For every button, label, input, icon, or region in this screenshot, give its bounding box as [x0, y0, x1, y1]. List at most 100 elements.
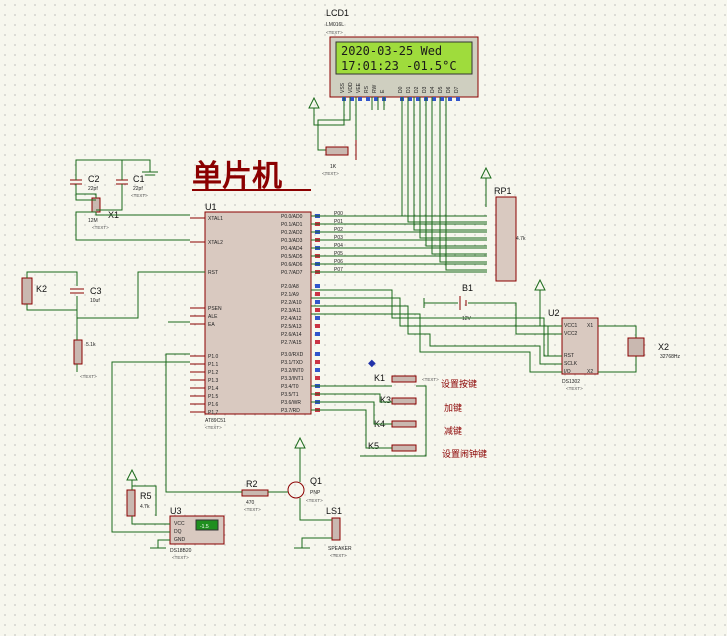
lcd-pin-label: RS: [364, 85, 370, 93]
lcd-pin-marker: [432, 97, 436, 101]
mcu-pin-marker: [315, 352, 320, 356]
x2-ref: X2: [658, 342, 669, 352]
pot-text: <TEXT>: [322, 171, 339, 176]
lcd-pin-marker: [366, 97, 370, 101]
u3-pin-gnd: GND: [174, 537, 186, 543]
k4-label: 减键: [444, 425, 462, 437]
mcu-pin-marker: [315, 368, 320, 372]
mcu-right-pin-label: P3.4/T0: [281, 384, 299, 390]
u3-pin-vcc: VCC: [174, 521, 185, 527]
mcu-left-pin-label: P1.3: [208, 378, 219, 384]
mcu-right-pin-label: P2.4/A12: [281, 316, 302, 322]
mcu-right-pin-label: P2.7/A15: [281, 340, 302, 346]
r-reset-value: 5.1k: [86, 342, 96, 348]
schematic-title: 单片机: [192, 159, 282, 194]
r2-ref: R2: [246, 479, 258, 489]
k3-label: 加键: [444, 402, 462, 414]
x1-value: 12M: [88, 218, 98, 224]
mcu-left-pin-label: P1.0: [208, 354, 219, 360]
ls1-ref: LS1: [326, 506, 342, 516]
c3-value: 10uf: [90, 298, 100, 304]
ls1-text: <TEXT>: [330, 553, 347, 558]
rtc-text: <TEXT>: [566, 386, 583, 391]
lcd-line2: 17:01:23 -01.5°C: [341, 59, 457, 73]
mcu-left-pin-label: P1.7: [208, 410, 219, 416]
mcu-pin-marker: [315, 300, 320, 304]
mcu-right-pin-label: P0.0/AD0: [281, 214, 303, 220]
rtc-part: DS1302: [562, 379, 580, 385]
mcu-right-pin-label: P3.0/RXD: [281, 352, 304, 358]
u3-text: <TEXT>: [172, 555, 189, 560]
mcu-right-pin-label: P0.7/AD7: [281, 270, 303, 276]
probe-marker-icon: ◆: [368, 358, 376, 369]
lcd-pin-label: VDD: [348, 82, 354, 93]
lcd-pin-label: VSS: [340, 82, 346, 93]
lcd-pin-marker: [448, 97, 452, 101]
mcu-right-pin-label: P3.2/INT0: [281, 368, 304, 374]
q1-ref: Q1: [310, 476, 322, 486]
c3-ref: C3: [90, 286, 102, 296]
mcu-left-pin-label: P1.1: [208, 362, 219, 368]
c1-text: <TEXT>: [131, 193, 148, 198]
rp-value: 4.7k: [516, 236, 526, 242]
mcu-pin-marker: [315, 332, 320, 336]
r2-value: 470: [246, 500, 255, 506]
u3-part: DS18B20: [170, 548, 192, 554]
rtc-pin-vcc2: VCC2: [564, 331, 578, 337]
mcu-pin-marker: [315, 376, 320, 380]
c2-value: 22pf: [88, 186, 98, 192]
mcu-right-pin-label: P2.3/A11: [281, 308, 301, 314]
rtc-pin-x1: X1: [587, 323, 593, 329]
lcd-pin-label: D6: [446, 86, 452, 93]
mcu-right-pin-label: P0.1/AD1: [281, 222, 303, 228]
mcu-pin-marker: [315, 308, 320, 312]
x1-text: <TEXT>: [92, 225, 109, 230]
r5-ref: R5: [140, 491, 152, 501]
k1-text: <TEXT>: [422, 377, 439, 382]
mcu-right-pin-label: P3.1/TXD: [281, 360, 303, 366]
mcu-pin-marker: [315, 284, 320, 288]
lcd-text-placeholder: <TEXT>: [326, 30, 343, 35]
mcu-text: <TEXT>: [205, 425, 222, 430]
mcu-right-pin-label: P0.2/AD2: [281, 230, 303, 236]
u3-ref: U3: [170, 506, 182, 516]
lcd-ref: LCD1: [326, 8, 349, 18]
lcd-pin-label: D0: [398, 86, 404, 93]
mcu-right-pin-label: P2.2/A10: [281, 300, 302, 306]
mcu-right-pin-label: P3.3/INT1: [281, 376, 304, 382]
mcu-left-pin-label: P1.6: [208, 402, 219, 408]
mcu-left-pin-label: ALE: [208, 314, 218, 320]
mcu-right-pin-label: P2.5/A13: [281, 324, 302, 330]
mcu-right-pin-label: P0.4/AD4: [281, 246, 303, 252]
mcu-left-pin-label: PSEN: [208, 306, 222, 312]
x2-value: 32768Hz: [660, 354, 681, 360]
mcu-left-pin-label: EA: [208, 322, 215, 328]
q1-text: <TEXT>: [306, 498, 323, 503]
lcd-pin-label: D1: [406, 86, 412, 93]
mcu-left-pin-label: P1.5: [208, 394, 219, 400]
mcu-pin-marker: [315, 360, 320, 364]
c1-ref: C1: [133, 174, 145, 184]
mcu-left-pin-label: XTAL1: [208, 216, 223, 222]
mcu-right-pin-label: P2.1/A9: [281, 292, 299, 298]
lcd-pin-marker: [374, 97, 378, 101]
c2-ref: C2: [88, 174, 100, 184]
mcu-pin-marker: [315, 292, 320, 296]
rtc-pin-rst: RST: [564, 353, 574, 359]
rtc-ref: U2: [548, 308, 560, 318]
mcu-pin-marker: [315, 340, 320, 344]
schematic-canvas: 单片机 LCD1 LM016L <TEXT> 2020-03-25 Wed 17…: [0, 0, 727, 636]
lcd-pin-label: D5: [438, 86, 444, 93]
b1-value: 12V: [462, 316, 472, 322]
mcu-right-pin-label: P0.3/AD3: [281, 238, 303, 244]
mcu-right-pin-label: P3.7/RD: [281, 408, 300, 414]
mcu-left-pin-label: XTAL2: [208, 240, 223, 246]
q1-type: PNP: [310, 490, 321, 496]
lcd-pin-marker: [416, 97, 420, 101]
mcu-right-pin-label: P3.6/WR: [281, 400, 301, 406]
ls1-type: SPEAKER: [328, 546, 352, 552]
lcd-part: LM016L: [326, 22, 344, 28]
lcd-pin-label: RW: [372, 84, 378, 93]
u3-pin-dq: DQ: [174, 529, 182, 535]
rp-ref: RP1: [494, 186, 512, 196]
